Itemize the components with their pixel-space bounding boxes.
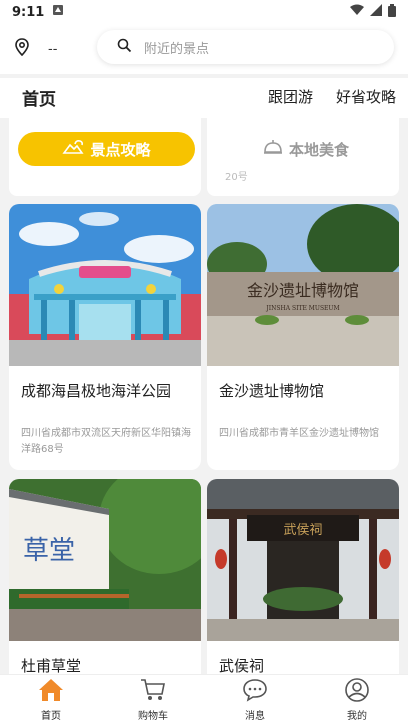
search-icon (117, 38, 132, 57)
attraction-card[interactable]: 金沙遗址博物馆 JINSHA SITE MUSEUM 金沙遗址博物馆 四川省成都… (207, 204, 399, 470)
attraction-title: 金沙遗址博物馆 (219, 382, 325, 400)
pill-local-food[interactable]: 本地美食 (226, 132, 386, 166)
bottom-nav: 首页 购物车 消息 我的 (0, 674, 408, 725)
message-icon (242, 678, 268, 705)
cottage-sign-text: 草堂 (23, 536, 75, 566)
attraction-title: 成都海昌极地海洋公园 (21, 382, 172, 400)
feed[interactable]: 20号 景点攻略 本地美食 成都海昌极地海洋公园 四川省成都市双流区天府新区华阳… (0, 118, 408, 674)
notification-icon (52, 4, 64, 20)
attraction-card[interactable]: 草堂 杜甫草堂 (9, 479, 201, 674)
tab-home[interactable]: 首页 (20, 85, 58, 110)
home-icon (38, 678, 64, 705)
top-bar: -- 附近的景点 (0, 24, 408, 74)
battery-icon (388, 3, 396, 21)
mountain-cloud-icon (62, 139, 85, 159)
attraction-card[interactable]: 武侯祠 武侯祠 (207, 479, 399, 674)
museum-sign-text: 金沙遗址博物馆 (247, 281, 359, 300)
attraction-photo (9, 204, 201, 366)
sub-tab-row: 景点攻略 本地美食 (18, 132, 390, 166)
tab-saving-guide[interactable]: 好省攻略 (336, 86, 396, 107)
pill-attraction-label: 景点攻略 (90, 140, 151, 159)
tab-group-tour[interactable]: 跟团游 (268, 86, 313, 107)
category-tabs: 首页 跟团游 好省攻略 (0, 78, 408, 118)
card-peek-text: 20号 (225, 172, 248, 183)
status-bar: 9:11 (0, 0, 408, 24)
cart-icon (140, 678, 166, 705)
search-box[interactable]: 附近的景点 (97, 30, 394, 64)
profile-icon (344, 678, 370, 705)
attraction-title: 杜甫草堂 (21, 657, 82, 674)
nav-home-label: 首页 (41, 711, 61, 722)
pill-attraction-guide[interactable]: 景点攻略 (18, 132, 195, 166)
signal-icon (370, 4, 382, 20)
attraction-photo: 金沙遗址博物馆 JINSHA SITE MUSEUM (207, 204, 399, 366)
nav-message-label: 消息 (245, 711, 265, 722)
location-value: -- (48, 41, 58, 57)
nav-cart[interactable]: 购物车 (102, 675, 204, 725)
temple-sign-text: 武侯祠 (283, 523, 322, 538)
search-placeholder: 附近的景点 (144, 41, 210, 57)
nav-profile[interactable]: 我的 (306, 675, 408, 725)
nav-message[interactable]: 消息 (204, 675, 306, 725)
pill-food-label: 本地美食 (288, 140, 349, 159)
status-time: 9:11 (12, 4, 45, 20)
attraction-address: 四川省成都市青羊区金沙遗址博物馆 (219, 428, 379, 439)
attraction-title: 武侯祠 (219, 657, 265, 674)
nav-profile-label: 我的 (347, 711, 367, 722)
location-pin-icon (14, 38, 30, 60)
food-cover-icon (263, 139, 283, 159)
attraction-card[interactable]: 成都海昌极地海洋公园 四川省成都市双流区天府新区华阳镇海洋路68号 (9, 204, 201, 470)
attraction-photo: 草堂 (9, 479, 201, 641)
attraction-address: 四川省成都市双流区天府新区华阳镇海洋路68号 (21, 428, 191, 455)
nav-cart-label: 购物车 (138, 711, 168, 722)
attraction-photo: 武侯祠 (207, 479, 399, 641)
nav-home[interactable]: 首页 (0, 675, 102, 725)
location-selector[interactable]: -- (0, 38, 90, 60)
wifi-icon (350, 4, 364, 20)
museum-sign-en-text: JINSHA SITE MUSEUM (265, 305, 339, 312)
